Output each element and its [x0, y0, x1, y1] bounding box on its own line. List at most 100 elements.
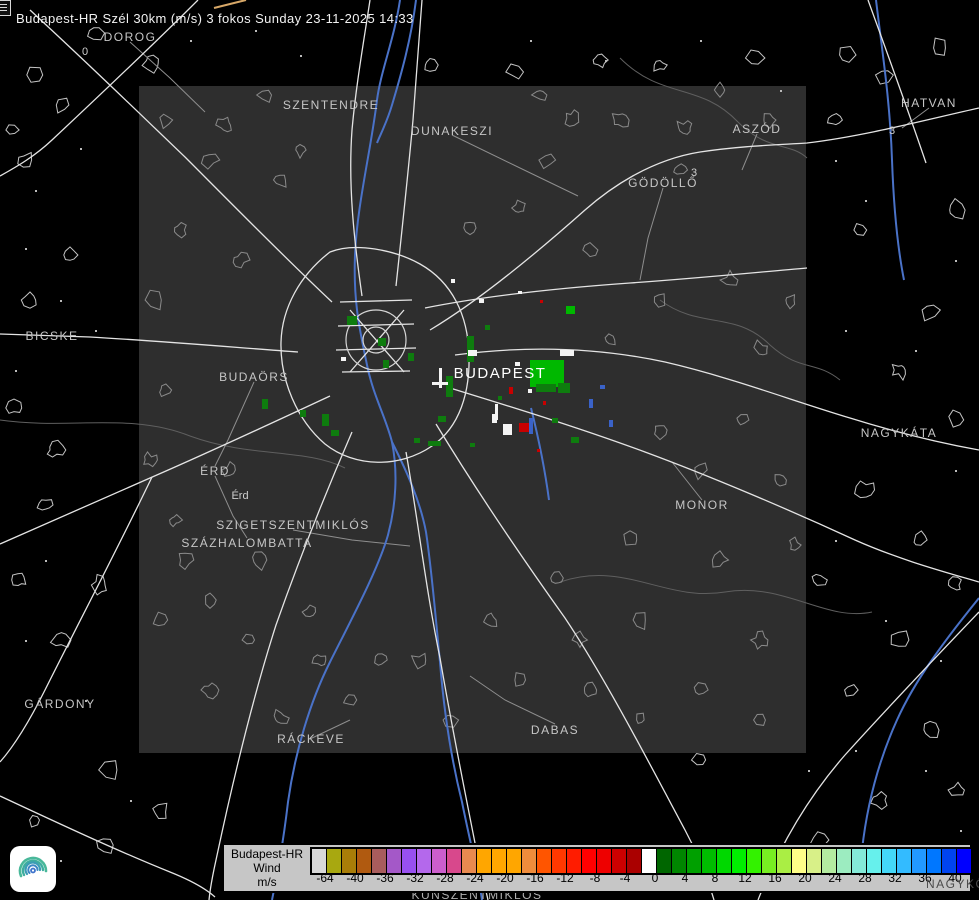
- radar-viewer: Budapest-HR Szél 30km (m/s) 3 fokos Sund…: [0, 0, 979, 900]
- radar-echo: [451, 279, 455, 283]
- settlement-outline: [654, 61, 667, 72]
- colorbar-tick-label: 28: [850, 871, 880, 885]
- coverage-area: [139, 86, 806, 753]
- colorbar-tick-label: -32: [400, 871, 430, 885]
- settlement-outline: [21, 292, 36, 308]
- small-settlement-dot: [80, 148, 82, 150]
- colorbar-tick-label: 8: [700, 871, 730, 885]
- settlement-outline: [746, 50, 765, 64]
- small-settlement-dot: [700, 40, 702, 42]
- settlement-outline: [30, 816, 40, 828]
- radar-echo: [558, 383, 570, 393]
- small-settlement-dot: [940, 660, 942, 662]
- city-label: BUDAPEST: [454, 365, 547, 382]
- settlement-outline: [6, 399, 22, 413]
- small-settlement-dot: [530, 40, 532, 42]
- colorbar-cell: [386, 849, 401, 873]
- radar-echo: [485, 325, 490, 330]
- colorbar-tick-label: 24: [820, 871, 850, 885]
- radar-echo: [519, 423, 530, 432]
- radar-echo: [408, 353, 414, 361]
- settlement-outline: [27, 67, 43, 82]
- colorbar-cell: [356, 849, 371, 873]
- radar-echo: [438, 416, 446, 422]
- settlement-outline: [64, 247, 78, 260]
- settlement-outline: [922, 305, 940, 321]
- city-label: DUNAKESZI: [411, 124, 493, 138]
- highway-segment: [214, 0, 246, 8]
- colorbar-cell: [731, 849, 746, 873]
- road: [868, 0, 926, 163]
- colorbar-cell: [461, 849, 476, 873]
- settlement-outline: [6, 125, 19, 134]
- legend-unit: m/s: [257, 875, 276, 889]
- colorbar-tick-label: -64: [310, 871, 340, 885]
- colorbar-cell: [491, 849, 506, 873]
- colorbar-cell: [836, 849, 851, 873]
- colorbar-cell: [791, 849, 806, 873]
- colorbar-cell: [821, 849, 836, 873]
- radar-map: DOROGSZENTENDREDUNAKESZIASZÓDHATVANGÖDÖL…: [0, 0, 979, 900]
- colorbar-cell: [911, 849, 926, 873]
- colorbar-tick-label: 16: [760, 871, 790, 885]
- colorbar-tick-label: -8: [580, 871, 610, 885]
- product-title: Budapest-HR Szél 30km (m/s) 3 fokos Sund…: [16, 11, 414, 26]
- small-settlement-dot: [190, 40, 192, 42]
- met-logo[interactable]: [10, 846, 56, 892]
- radar-echo: [536, 384, 556, 392]
- small-settlement-dot: [95, 330, 97, 332]
- radar-echo: [537, 449, 540, 452]
- small-settlement-dot: [955, 260, 957, 262]
- small-settlement-dot: [25, 248, 27, 250]
- small-settlement-dot: [25, 640, 27, 642]
- settlement-outline: [924, 721, 939, 737]
- settlement-outline: [142, 55, 158, 73]
- radar-echo: [552, 418, 558, 423]
- colorbar-cell: [701, 849, 716, 873]
- radar-echo: [543, 401, 546, 405]
- legend: Budapest-HR Wind m/s -64-40-36-32-28-24-…: [222, 843, 972, 893]
- colorbar-cell: [641, 849, 656, 873]
- radar-echo: [262, 399, 268, 409]
- radar-echo: [446, 376, 453, 397]
- radar-echo: [322, 414, 329, 426]
- city-label: RÁCKEVE: [277, 731, 345, 746]
- radar-echo: [509, 387, 513, 394]
- road: [0, 477, 152, 762]
- small-settlement-dot: [35, 190, 37, 192]
- colorbar-cell: [896, 849, 911, 873]
- small-settlement-dot: [925, 770, 927, 772]
- window-icon: [0, 0, 11, 16]
- city-label: SZÁZHALOMBATTA: [181, 535, 312, 550]
- small-settlement-dot: [955, 470, 957, 472]
- small-settlement-dot: [835, 160, 837, 162]
- river: [876, 0, 904, 280]
- radar-echo: [498, 396, 502, 400]
- radar-echo: [470, 443, 475, 447]
- colorbar-tick-label: -28: [430, 871, 460, 885]
- small-settlement-dot: [15, 370, 17, 372]
- colorbar-cell: [446, 849, 461, 873]
- radar-echo: [479, 299, 484, 303]
- small-settlement-dot: [255, 30, 257, 32]
- radar-echo: [560, 350, 574, 356]
- city-label: GÖDÖLLŐ: [628, 175, 698, 190]
- city-label: SZIGETSZENTMIKLÓS: [216, 517, 370, 532]
- settlement-outline: [892, 365, 905, 381]
- colorbar-tick-label: 32: [880, 871, 910, 885]
- colorbar-cell: [371, 849, 386, 873]
- radar-echo: [378, 338, 386, 346]
- colorbar-tick-label: -4: [610, 871, 640, 885]
- radar-echo: [571, 437, 579, 443]
- city-label: GÁRDONY: [24, 696, 95, 711]
- radar-echo: [495, 404, 498, 420]
- colorbar-cell: [881, 849, 896, 873]
- colorbar-cell: [746, 849, 761, 873]
- colorbar-cell: [401, 849, 416, 873]
- settlement-outline: [840, 47, 856, 63]
- road-number-label: 0: [82, 46, 88, 58]
- small-settlement-dot: [130, 800, 132, 802]
- colorbar-tick-label: -16: [520, 871, 550, 885]
- settlement-outline: [949, 410, 964, 427]
- colorbar-cell: [866, 849, 881, 873]
